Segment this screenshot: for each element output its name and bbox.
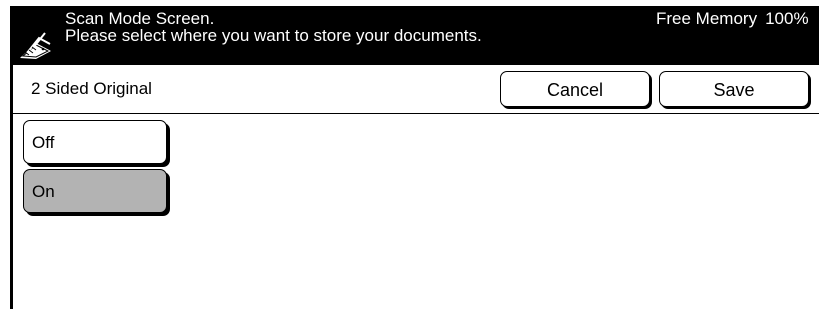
message-line-1: Scan Mode Screen. — [65, 9, 215, 28]
free-memory-value: 100% — [765, 9, 809, 28]
scanner-icon — [17, 29, 53, 61]
status-header: Scan Mode Screen. Please select where yo… — [10, 6, 819, 65]
status-message: Scan Mode Screen. Please select where yo… — [65, 10, 482, 44]
cancel-button[interactable]: Cancel — [500, 71, 650, 107]
feature-title-row: 2 Sided Original Cancel Save — [13, 65, 819, 114]
free-memory-indicator: Free Memory 100% — [656, 10, 809, 27]
option-off-label: Off — [32, 133, 55, 152]
feature-title: 2 Sided Original — [31, 79, 152, 98]
free-memory-label: Free Memory — [656, 9, 758, 28]
option-off-button[interactable]: Off — [23, 120, 167, 164]
message-line-2: Please select where you want to store yo… — [65, 26, 482, 45]
feature-panel: 2 Sided Original Cancel Save Off On — [10, 65, 819, 309]
option-on-button[interactable]: On — [23, 169, 167, 213]
option-on-label: On — [32, 182, 55, 201]
save-button[interactable]: Save — [659, 71, 809, 107]
